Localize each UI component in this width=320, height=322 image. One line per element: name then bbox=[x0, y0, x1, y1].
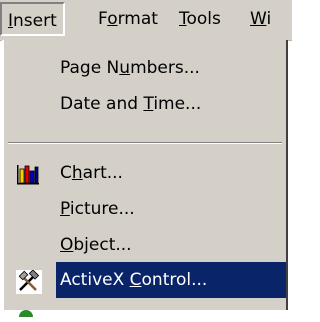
insert-dropdown-menu: Page Numbers... Date and Time... Chart..… bbox=[2, 40, 288, 322]
menu-item-picture[interactable]: Picture... bbox=[4, 191, 286, 227]
menu-insert[interactable]: Insert bbox=[0, 2, 65, 36]
menu-item-label: Picture... bbox=[60, 199, 135, 219]
menu-separator bbox=[8, 142, 282, 144]
menu-item-label: ActiveX Control... bbox=[60, 270, 208, 290]
menu-bar: Insert Format Tools Wi bbox=[0, 0, 292, 41]
menu-item-label: Chart... bbox=[60, 163, 123, 183]
partial-next-item-icon bbox=[18, 302, 34, 322]
menu-item-activex-control[interactable]: ActiveX Control... bbox=[56, 262, 286, 298]
menu-format[interactable]: Format bbox=[92, 0, 164, 38]
menu-item-label: Page Numbers... bbox=[60, 58, 200, 78]
menu-tools[interactable]: Tools bbox=[173, 0, 227, 38]
activex-control-icon bbox=[16, 269, 42, 299]
menu-window[interactable]: Wi bbox=[244, 0, 277, 38]
menu-item-label: Object... bbox=[60, 235, 132, 255]
menu-item-chart[interactable]: Chart... bbox=[4, 155, 286, 191]
menu-item-date-and-time[interactable]: Date and Time... bbox=[4, 86, 286, 122]
menu-item-label: Date and Time... bbox=[60, 94, 202, 114]
menu-item-page-numbers[interactable]: Page Numbers... bbox=[4, 50, 286, 86]
menu-item-object[interactable]: Object... bbox=[4, 227, 286, 263]
